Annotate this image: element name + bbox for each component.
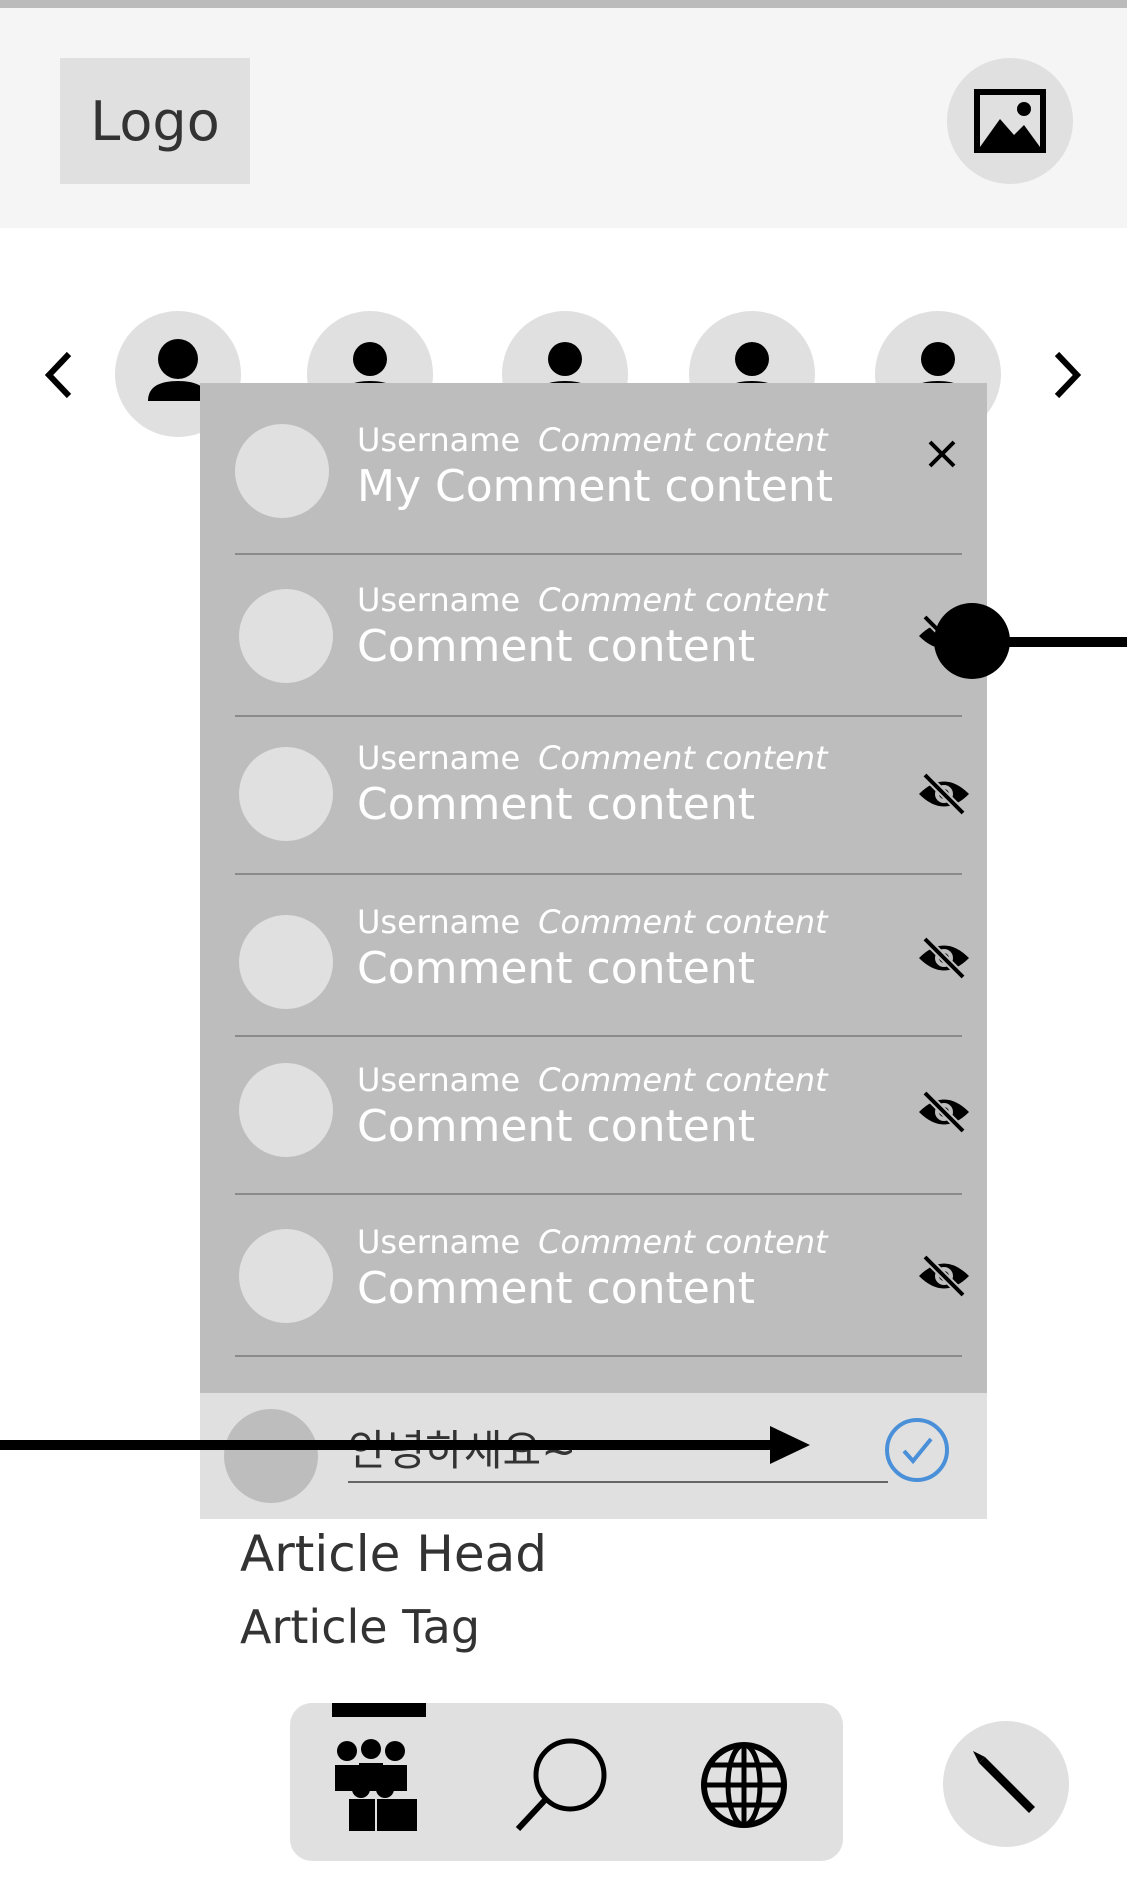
- article-head: Article Head: [240, 1525, 548, 1583]
- eye-off-icon: [919, 772, 969, 816]
- pencil-icon: [973, 1751, 1035, 1813]
- app-header: Logo: [0, 8, 1127, 228]
- chevron-right-icon: [1054, 351, 1082, 399]
- avatar: [239, 747, 333, 841]
- image-button[interactable]: [947, 58, 1073, 184]
- comment-text: Comment content: [357, 621, 756, 672]
- chevron-left-icon: [44, 351, 72, 399]
- hide-comment-button[interactable]: [913, 1245, 975, 1307]
- comments-panel: Username Comment content My Comment conte…: [200, 383, 987, 1519]
- submit-comment-button[interactable]: [884, 1417, 950, 1483]
- comment-row: Username Comment content Comment content: [235, 1195, 969, 1357]
- comment-text: Comment content: [357, 1263, 756, 1314]
- comment-username: Username Comment content: [357, 581, 828, 619]
- prev-story-button[interactable]: [36, 340, 80, 410]
- image-icon: [974, 89, 1046, 153]
- nav-search[interactable]: [502, 1725, 622, 1845]
- avatar: [239, 915, 333, 1009]
- comment-username: Username Comment content: [357, 421, 828, 459]
- comment-username: Username Comment content: [357, 1223, 828, 1261]
- comment-username: Username Comment content: [357, 739, 828, 777]
- eye-off-icon: [919, 936, 969, 980]
- active-tab-indicator: [332, 1703, 426, 1717]
- comment-row: Username Comment content Comment content: [235, 875, 969, 1037]
- my-comment-row: Username Comment content My Comment conte…: [235, 383, 962, 555]
- hide-comment-button[interactable]: [913, 1081, 975, 1143]
- compose-button[interactable]: [943, 1721, 1069, 1847]
- arrow-head-icon: [770, 1426, 810, 1464]
- eye-off-icon: [919, 1090, 969, 1134]
- comment-row: Username Comment content Comment content: [235, 1037, 969, 1195]
- avatar: [239, 1229, 333, 1323]
- comment-username: Username Comment content: [357, 1061, 828, 1099]
- search-icon: [515, 1738, 607, 1832]
- comment-row: Username Comment content Comment content: [235, 555, 969, 717]
- hide-comment-button[interactable]: [913, 763, 975, 825]
- comment-text: My Comment content: [357, 461, 834, 512]
- avatar: [224, 1409, 318, 1503]
- avatar: [239, 1063, 333, 1157]
- check-circle-icon: [885, 1418, 949, 1482]
- annotation-arrow-line: [0, 1440, 780, 1450]
- logo[interactable]: Logo: [60, 58, 250, 184]
- globe-icon: [701, 1742, 787, 1828]
- comment-text: Comment content: [357, 1101, 756, 1152]
- comment-text: Comment content: [357, 943, 756, 994]
- avatar: [239, 589, 333, 683]
- eye-off-icon: [919, 1254, 969, 1298]
- next-story-button[interactable]: [1046, 340, 1090, 410]
- close-button[interactable]: [911, 423, 973, 485]
- comment-text: Comment content: [357, 779, 756, 830]
- article-tag: Article Tag: [240, 1600, 481, 1654]
- people-icon: [335, 1739, 417, 1831]
- avatar: [235, 424, 329, 518]
- bottom-nav: [290, 1703, 843, 1861]
- hide-comment-button[interactable]: [913, 927, 975, 989]
- comment-row: Username Comment content Comment content: [235, 717, 969, 875]
- comment-input-bar: 안녕하세요~: [200, 1393, 987, 1519]
- annotation-dot: [934, 603, 1010, 679]
- nav-people[interactable]: [318, 1725, 438, 1845]
- nav-explore[interactable]: [684, 1725, 804, 1845]
- close-icon: [928, 440, 956, 468]
- top-edge: [0, 0, 1127, 8]
- comment-username: Username Comment content: [357, 903, 828, 941]
